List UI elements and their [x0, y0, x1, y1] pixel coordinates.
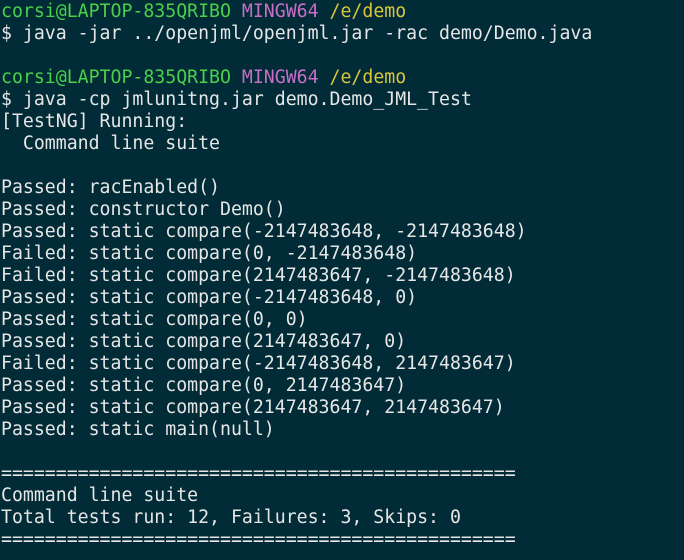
prompt-line-1: corsi@LAPTOP-835QRIBO MINGW64 /e/demo [0, 1, 684, 23]
result-line: Passed: racEnabled() [1, 177, 220, 198]
result-line: Passed: static main(null) [1, 419, 275, 440]
result-line: Passed: static compare(2147483647, 0) [1, 331, 407, 352]
prompt-user: corsi@LAPTOP-835QRIBO [1, 1, 231, 22]
testng-suite-line: Command line suite [1, 133, 220, 154]
terminal-window[interactable]: corsi@LAPTOP-835QRIBO MINGW64 /e/demo $ … [0, 0, 684, 560]
result-line: Passed: static compare(0, 0) [1, 309, 308, 330]
result-line: Failed: static compare(-2147483648, 2147… [1, 353, 516, 374]
prompt-path: /e/demo [329, 1, 407, 22]
prompt-user: corsi@LAPTOP-835QRIBO [1, 67, 231, 88]
prompt-path: /e/demo [329, 67, 407, 88]
command-line-2: $ java -cp jmlunitng.jar demo.Demo_JML_T… [1, 89, 472, 110]
prompt-env: MINGW64 [241, 67, 319, 88]
summary-suite-line: Command line suite [1, 485, 199, 506]
result-line: Passed: static compare(2147483647, 21474… [1, 397, 505, 418]
command-line-1: $ java -jar ../openjml/openjml.jar -rac … [1, 23, 593, 44]
prompt-line-2: corsi@LAPTOP-835QRIBO MINGW64 /e/demo [0, 67, 684, 89]
result-line: Failed: static compare(2147483647, -2147… [1, 265, 516, 286]
prompt-env: MINGW64 [241, 1, 319, 22]
result-line: Passed: static compare(-2147483648, -214… [1, 221, 527, 242]
separator-line: ========================================… [1, 463, 516, 484]
result-line: Passed: constructor Demo() [1, 199, 286, 220]
summary-totals-line: Total tests run: 12, Failures: 3, Skips:… [1, 507, 461, 528]
result-line: Passed: static compare(0, 2147483647) [1, 375, 407, 396]
separator-line: ========================================… [1, 529, 516, 550]
testng-running-line: [TestNG] Running: [1, 111, 188, 132]
result-line: Failed: static compare(0, -2147483648) [1, 243, 418, 264]
result-line: Passed: static compare(-2147483648, 0) [1, 287, 418, 308]
